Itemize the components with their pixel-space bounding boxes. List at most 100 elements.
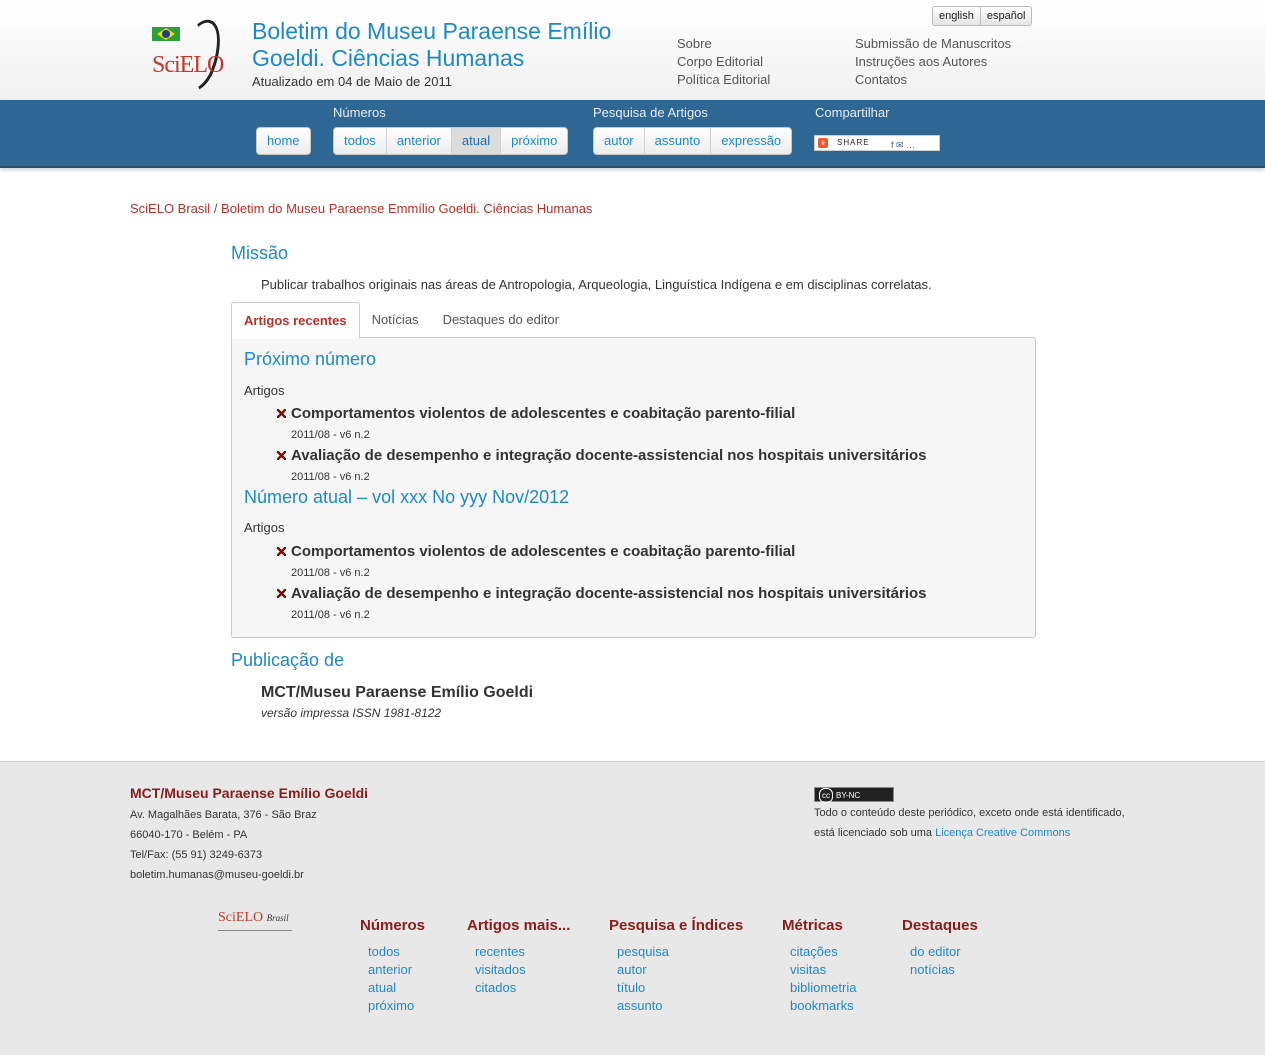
top-links-about: Sobre Corpo Editorial Política Editorial [677, 35, 770, 89]
article-title-link[interactable]: Comportamentos violentos de adolescentes… [291, 543, 795, 560]
footer-link-atual[interactable]: atual [360, 979, 425, 997]
article-bullet-icon [277, 589, 286, 598]
nav-todos-button[interactable]: todos [334, 128, 386, 154]
footer-col-destaques: Destaques do editor notícias [902, 917, 978, 979]
link-instrucoes-autores[interactable]: Instruções aos Autores [855, 53, 1011, 71]
footer-phone: Tel/Fax: (55 91) 3249-6373 [130, 849, 263, 861]
tab-artigos-recentes[interactable]: Artigos recentes [231, 302, 360, 339]
nav-autor-button[interactable]: autor [594, 128, 644, 154]
link-corpo-editorial[interactable]: Corpo Editorial [677, 53, 770, 71]
article-bullet-icon [277, 547, 286, 556]
footer-link-bibliometria[interactable]: bibliometria [782, 979, 856, 997]
creative-commons-badge[interactable]: cc BY-NC [814, 787, 894, 803]
tab-noticias[interactable]: Notícias [360, 302, 431, 338]
cc-icon: cc [819, 788, 833, 803]
footer-col-title: Números [360, 917, 426, 934]
next-issue-title[interactable]: Próximo número [244, 349, 376, 370]
license-link[interactable]: Licença Creative Commons [935, 827, 1070, 839]
footer-link-anterior[interactable]: anterior [360, 961, 425, 979]
main-nav: home Números todos anterior atual próxim… [0, 100, 1265, 168]
footer-logo-underline [218, 930, 292, 931]
lang-english-button[interactable]: english [933, 7, 980, 25]
home-group: home [256, 127, 311, 155]
footer-link-bookmarks[interactable]: bookmarks [782, 997, 856, 1015]
article-meta: 2011/08 - v6 n.2 [291, 567, 370, 579]
article-meta: 2011/08 - v6 n.2 [291, 609, 370, 621]
link-submissao[interactable]: Submissão de Manuscritos [855, 35, 1011, 53]
footer-link-titulo[interactable]: título [609, 979, 743, 997]
numeros-button-group: todos anterior atual próximo [333, 127, 569, 155]
article-bullet-icon [277, 451, 286, 460]
numeros-label: Números [333, 105, 386, 120]
cc-badge-label: BY-NC [836, 791, 861, 800]
footer-logo-sub: Brasil [266, 913, 289, 923]
footer-cep: 66040-170 - Belém - PA [130, 829, 248, 841]
footer-link-do-editor[interactable]: do editor [902, 943, 978, 961]
footer-link-proximo[interactable]: próximo [360, 997, 425, 1015]
footer-link-visitas[interactable]: visitas [782, 961, 856, 979]
updated-date: Atualizado em 04 de Maio de 2011 [252, 74, 452, 89]
mission-text: Publicar trabalhos originais nas áreas d… [261, 277, 932, 292]
article-title-link[interactable]: Avaliação de desempenho e integração doc… [291, 447, 927, 464]
license-text: Todo o conteúdo deste periódico, exceto … [814, 807, 1125, 819]
plus-icon: + [818, 138, 828, 148]
footer-col-title: Artigos mais... [467, 917, 571, 934]
article-title-link[interactable]: Comportamentos violentos de adolescentes… [291, 405, 795, 422]
pesquisa-button-group: autor assunto expressão [593, 127, 793, 155]
link-contatos[interactable]: Contatos [855, 71, 1011, 89]
scielo-brasil-logo[interactable]: SciELO Brasil [218, 910, 289, 926]
footer-link-autor[interactable]: autor [609, 961, 743, 979]
mission-title: Missão [231, 243, 289, 263]
language-switcher: english español [932, 6, 1033, 26]
tab-destaques-editor[interactable]: Destaques do editor [431, 302, 571, 338]
link-sobre[interactable]: Sobre [677, 35, 770, 53]
brazil-flag-icon [152, 27, 180, 41]
footer-col-numeros: Números todos anterior atual próximo [360, 917, 425, 1015]
footer-link-pesquisa[interactable]: pesquisa [609, 943, 743, 961]
publication-title: Publicação de [231, 650, 345, 670]
article-title-link[interactable]: Avaliação de desempenho e integração doc… [291, 585, 927, 602]
footer-link-noticias[interactable]: notícias [902, 961, 978, 979]
footer-email: boletim.humanas@museu-goeldi.br [130, 869, 304, 881]
link-politica-editorial[interactable]: Política Editorial [677, 71, 770, 89]
footer-col-title: Métricas [782, 917, 843, 934]
footer-link-recentes[interactable]: recentes [467, 943, 570, 961]
footer-link-visitados[interactable]: visitados [467, 961, 570, 979]
nav-assunto-button[interactable]: assunto [643, 128, 711, 154]
footer-link-citados[interactable]: citados [467, 979, 570, 997]
footer-org-name: MCT/Museu Paraense Emílio Goeldi [130, 785, 369, 801]
publisher-name: MCT/Museu Paraense Emílio Goeldi [261, 684, 534, 701]
footer-col-title: Pesquisa e Índices [609, 917, 744, 934]
footer-link-assunto[interactable]: assunto [609, 997, 743, 1015]
home-button[interactable]: home [257, 128, 310, 154]
footer-col-metricas: Métricas citações visitas bibliometria b… [782, 917, 856, 1015]
article-bullet-icon [277, 409, 286, 418]
breadcrumb-current-link[interactable]: Boletim do Museu Paraense Emmílio Goeldi… [221, 201, 592, 216]
journal-title[interactable]: Boletim do Museu Paraense Emílio Goeldi.… [252, 18, 662, 72]
license-prefix: está licenciado sob uma [814, 827, 936, 839]
nav-atual-button[interactable]: atual [450, 128, 501, 154]
nav-expressao-button[interactable]: expressão [710, 128, 791, 154]
current-artigos-label: Artigos [244, 520, 285, 535]
nav-proximo-button[interactable]: próximo [500, 128, 567, 154]
publication-issn: versão impressa ISSN 1981-8122 [261, 706, 442, 720]
pesquisa-label: Pesquisa de Artigos [593, 105, 708, 120]
footer-link-todos[interactable]: todos [360, 943, 425, 961]
content-tabs: Artigos recentes Notícias Destaques do e… [231, 302, 571, 339]
scielo-logo[interactable]: SciELO [152, 52, 224, 79]
article-meta: 2011/08 - v6 n.2 [291, 471, 370, 483]
footer-col-pesquisa: Pesquisa e Índices pesquisa autor título… [609, 917, 743, 1015]
share-button[interactable]: + SHARE f ✉ … [814, 135, 940, 151]
share-label: SHARE [837, 138, 870, 147]
nav-anterior-button[interactable]: anterior [385, 128, 451, 154]
license-text-2: está licenciado sob uma Licença Creative… [814, 827, 1070, 839]
footer-link-citacoes[interactable]: citações [782, 943, 856, 961]
next-artigos-label: Artigos [244, 383, 285, 398]
site-header: SciELO Boletim do Museu Paraense Emílio … [0, 0, 1265, 100]
current-issue-title[interactable]: Número atual – vol xxx No yyy Nov/2012 [244, 487, 569, 508]
footer-col-artigos: Artigos mais... recentes visitados citad… [467, 917, 570, 997]
breadcrumb-separator: / [210, 201, 222, 216]
breadcrumb-root-link[interactable]: SciELO Brasil [130, 201, 210, 216]
footer-col-title: Destaques [902, 917, 978, 934]
lang-espanol-button[interactable]: español [979, 7, 1032, 25]
